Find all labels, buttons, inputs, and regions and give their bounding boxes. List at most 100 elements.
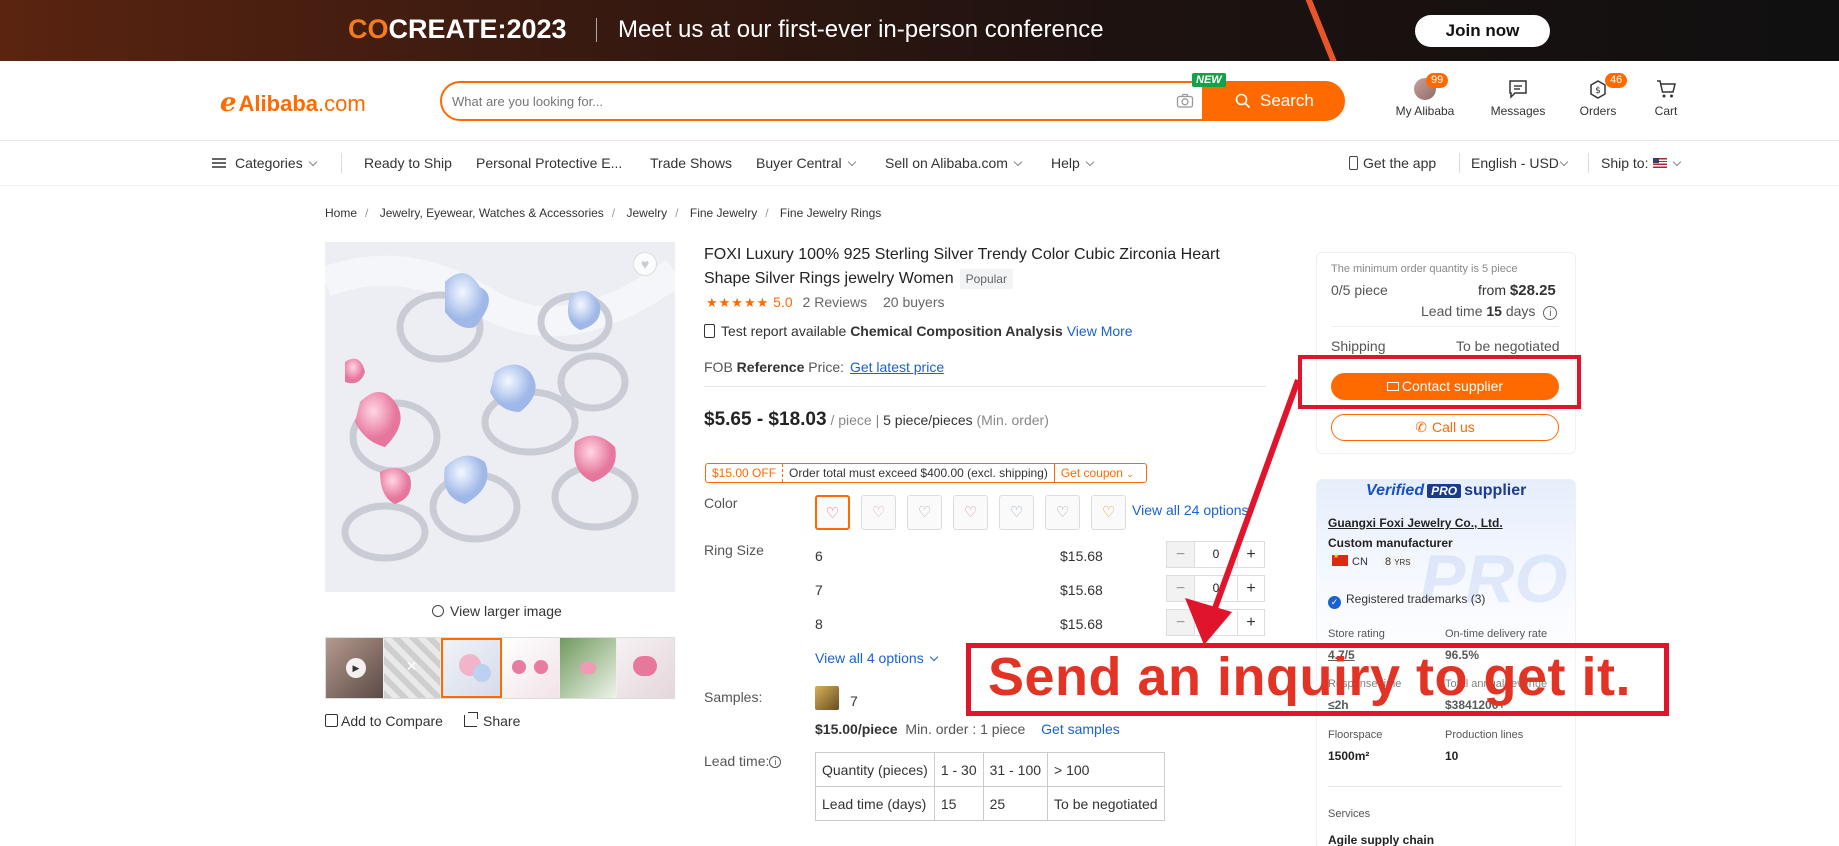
menu-icon [212,158,226,168]
breadcrumb-home[interactable]: Home [325,206,357,220]
breadcrumb-fine-jewelry[interactable]: Fine Jewelry [690,206,757,220]
color-swatch[interactable]: ♡ [1091,495,1126,530]
breadcrumb-jewelry[interactable]: Jewelry [626,206,667,220]
min-order-note: (Min. order) [976,412,1049,428]
thumbnail[interactable] [502,638,560,698]
ship-to-select[interactable]: Ship to: [1601,155,1682,171]
nav-help-label: Help [1051,155,1080,171]
cart-icon [1657,80,1676,98]
share-button[interactable]: Share [464,712,520,729]
sample-image[interactable] [815,686,839,710]
breadcrumb-fine-jewelry-rings[interactable]: Fine Jewelry Rings [780,206,881,220]
nav-divider [1459,153,1460,173]
coupon-amount: $15.00 OFF [706,464,784,482]
nav-categories[interactable]: Categories [212,155,317,171]
breadcrumb-jewelry-accessories[interactable]: Jewelry, Eyewear, Watches & Accessories [380,206,604,220]
video-thumbnail[interactable]: ▶ [326,638,384,698]
registered-trademarks[interactable]: ✓ Registered trademarks (3) [1328,592,1485,609]
verified-pro-supplier-badge: Verified PRO supplier [1366,482,1527,499]
get-coupon-label: Get coupon [1060,466,1123,480]
search-input[interactable] [452,91,1152,111]
increment-button[interactable]: + [1237,542,1264,567]
color-swatch-selected[interactable]: ♡ [815,495,850,530]
thumbnail[interactable] [617,638,675,698]
increment-button[interactable]: + [1237,610,1264,635]
min-order-qty: 5 piece/pieces [883,412,973,428]
get-coupon-button[interactable]: Get coupon ⌄ [1055,464,1140,483]
color-swatch[interactable]: ♡ [953,495,988,530]
my-alibaba-button[interactable]: My Alibaba 99 [1394,73,1456,118]
divider [1331,326,1559,327]
color-swatch[interactable]: ♡ [861,495,896,530]
decrement-button[interactable]: − [1167,610,1194,635]
get-app-link[interactable]: Get the app [1349,155,1436,171]
phone-icon [1349,156,1358,170]
search-button[interactable]: Search [1202,81,1344,121]
coupon-bar: $15.00 OFF Order total must exceed $400.0… [705,463,1147,483]
join-now-button[interactable]: Join now [1415,15,1550,47]
annotation-text: Send an inquiry to get it. [988,647,1632,707]
nav-buyer-central[interactable]: Buyer Central [756,155,856,171]
delivery-rate-label: On-time delivery rate [1445,628,1548,640]
language-currency-select[interactable]: English - USD [1471,155,1569,171]
view-all-colors-link[interactable]: View all 24 options [1132,502,1248,518]
reviews-link[interactable]: 2 Reviews [803,294,868,310]
fob-label: FOB [704,359,733,375]
supplier-type: Custom manufacturer [1328,536,1453,550]
quantity-input[interactable]: 0 [1194,542,1237,567]
get-latest-price-link[interactable]: Get latest price [850,359,944,375]
color-swatch[interactable]: ♡ [907,495,942,530]
banner-divider [596,18,597,42]
view-all-sizes-link[interactable]: View all 4 options [815,650,938,666]
product-main-image[interactable] [325,242,675,592]
highlight-box [1298,355,1581,409]
orders-count: 46 [1605,73,1628,88]
decrement-button[interactable]: − [1167,576,1194,601]
messages-button[interactable]: Messages [1488,78,1548,118]
share-icon [464,712,478,727]
decrement-button[interactable]: − [1167,542,1194,567]
table-cell: Lead time (days) [815,786,935,821]
alibaba-logo[interactable]: ℯAlibaba.com [220,87,366,118]
table-cell: > 100 [1047,752,1165,787]
thumbnail[interactable] [559,638,618,698]
test-report-label: Test report available [721,323,847,339]
view-more-link[interactable]: View More [1067,323,1133,339]
add-to-compare-checkbox[interactable]: Add to Compare [325,713,443,729]
nav-ppe[interactable]: Personal Protective E... [476,155,622,171]
favorite-button[interactable]: ♥ [633,252,657,276]
nav-sell[interactable]: Sell on Alibaba.com [885,155,1023,171]
size-value: 6 [815,548,823,564]
camera-icon[interactable] [1176,92,1194,110]
selected-count: 0/5 piece [1331,282,1388,298]
cart-button[interactable]: Cart [1646,78,1686,118]
quantity-stepper: − + [1166,609,1265,636]
call-us-button[interactable]: ✆ Call us [1331,414,1559,441]
nav-trade-shows[interactable]: Trade Shows [650,155,732,171]
size-price: $15.68 [1060,616,1103,632]
buyers-count: 20 buyers [883,294,945,310]
info-icon[interactable]: i [1543,306,1558,320]
banner-decoration [1303,0,1343,61]
nav-help[interactable]: Help [1051,155,1095,171]
quantity-input[interactable] [1194,610,1237,635]
production-lines-value: 10 [1445,749,1459,763]
thumbnail[interactable]: ✕ [383,638,442,698]
price-unit: / piece [830,412,872,428]
color-swatch[interactable]: ♡ [999,495,1034,530]
quantity-stepper: −0 + [1166,541,1265,568]
thumbnail-selected[interactable] [441,638,503,698]
color-swatch[interactable]: ♡ [1045,495,1080,530]
supplier-name-link[interactable]: Guangxi Foxi Jewelry Co., Ltd. [1328,516,1503,530]
us-flag-icon [1653,158,1668,168]
chevron-down-icon [1085,157,1095,167]
increment-button[interactable]: + [1237,576,1264,601]
get-samples-link[interactable]: Get samples [1041,721,1120,737]
chevron-down-icon [1673,157,1682,167]
quantity-input[interactable]: 0 [1194,576,1237,601]
view-larger-image-link[interactable]: View larger image [432,603,562,619]
supplier-country: CN [1332,552,1368,568]
nav-ready-to-ship[interactable]: Ready to Ship [364,155,452,171]
services-label: Services [1328,808,1371,820]
orders-button[interactable]: $ Orders 46 [1568,73,1628,118]
